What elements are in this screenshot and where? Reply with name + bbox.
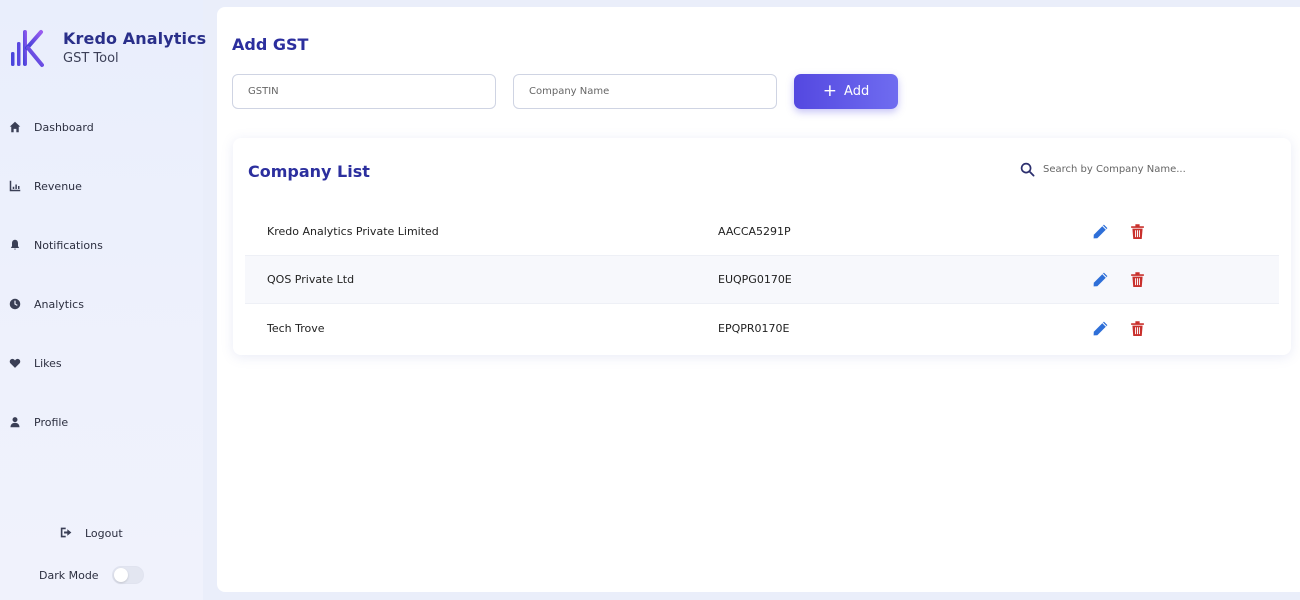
dark-mode-row: Dark Mode [39,566,144,584]
sidebar-item-label: Dashboard [34,120,94,134]
trash-icon [1130,224,1144,239]
brand: Kredo Analytics GST Tool [10,26,206,68]
sidebar-item-analytics[interactable]: Analytics [8,289,188,319]
pencil-icon [1093,272,1107,287]
edit-button[interactable] [1090,318,1110,338]
kredo-logo-icon [11,30,44,67]
trash-icon [1130,272,1144,287]
sidebar-item-notifications[interactable]: Notifications [8,230,188,260]
sidebar-item-label: Analytics [34,297,84,311]
clock-icon [8,297,22,311]
brand-subtitle: GST Tool [63,51,119,66]
company-table: Kredo Analytics Private Limited AACCA529… [245,208,1279,352]
table-row: QOS Private Ltd EUQPG0170E [245,256,1279,304]
pencil-icon [1093,321,1107,335]
dark-mode-label: Dark Mode [39,568,99,582]
delete-button[interactable] [1127,270,1147,290]
gstin-cell: AACCA5291P [718,225,791,238]
logout-button[interactable]: Logout [60,524,123,543]
sidebar-item-profile[interactable]: Profile [8,407,188,437]
add-button[interactable]: + Add [794,74,898,109]
sidebar-item-likes[interactable]: Likes [8,348,188,378]
delete-button[interactable] [1127,222,1147,242]
toggle-knob [113,568,128,582]
logout-icon [60,524,73,543]
bell-icon [8,238,22,252]
company-name-cell: Kredo Analytics Private Limited [267,225,439,238]
heart-icon [8,356,22,370]
logout-label: Logout [85,527,123,540]
search-input[interactable] [1043,164,1213,175]
sidebar: Kredo Analytics GST Tool Dashboard Reven… [0,0,206,600]
edit-button[interactable] [1090,270,1110,290]
company-name-cell: QOS Private Ltd [267,273,355,286]
chart-icon [8,179,22,193]
sidebar-item-revenue[interactable]: Revenue [8,171,188,201]
brand-title: Kredo Analytics [63,29,207,48]
gstin-input[interactable] [232,74,496,109]
search-box [1020,162,1220,177]
table-row: Tech Trove EPQPR0170E [245,304,1279,352]
add-button-label: Add [844,84,870,99]
sidebar-item-dashboard[interactable]: Dashboard [8,112,188,142]
company-list-title: Company List [248,162,370,181]
dark-mode-toggle[interactable] [111,566,144,584]
search-icon [1020,162,1035,177]
company-name-input[interactable] [513,74,777,109]
main-panel: Add GST + Add Company List Kredo Analyti… [217,7,1300,592]
company-list-card: Company List Kredo Analytics Private Lim… [233,138,1291,355]
app-root: Kredo Analytics GST Tool Dashboard Reven… [0,0,1300,600]
table-row: Kredo Analytics Private Limited AACCA529… [245,208,1279,256]
user-icon [8,415,22,429]
gstin-cell: EPQPR0170E [718,321,790,335]
trash-icon [1130,320,1144,336]
company-name-cell: Tech Trove [267,321,325,335]
edit-button[interactable] [1090,222,1110,242]
brand-text: Kredo Analytics GST Tool [63,26,206,66]
sidebar-item-label: Notifications [34,238,103,252]
home-icon [8,120,22,134]
sidebar-item-label: Likes [34,356,62,370]
sidebar-item-label: Profile [34,415,69,429]
sidebar-item-label: Revenue [34,179,82,193]
gstin-cell: EUQPG0170E [718,273,792,286]
delete-button[interactable] [1127,318,1147,338]
pencil-icon [1093,224,1107,239]
plus-icon: + [822,81,838,101]
page-title: Add GST [232,35,309,54]
